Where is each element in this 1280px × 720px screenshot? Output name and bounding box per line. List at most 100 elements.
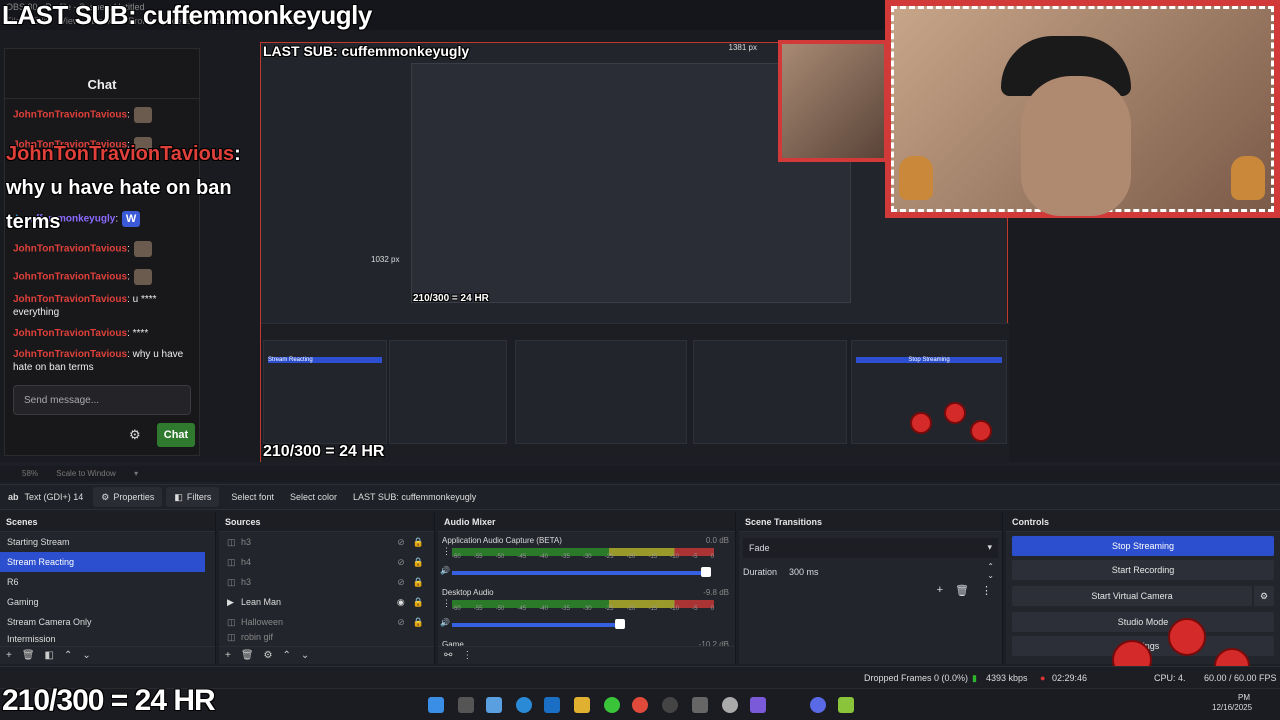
meter-tick: -35 xyxy=(561,606,570,612)
start-recording-button[interactable]: Start Recording xyxy=(1012,560,1274,580)
chat-username[interactable]: JohnTonTravionTavious xyxy=(13,328,127,339)
speaker-icon[interactable]: 🔊 xyxy=(440,618,450,627)
scene-item[interactable]: Stream Camera Only xyxy=(0,612,215,632)
chat-username[interactable]: JohnTonTravionTavious xyxy=(13,110,127,121)
emote-icon xyxy=(133,269,152,285)
text-value[interactable]: LAST SUB: cuffemmonkeyugly xyxy=(345,492,484,502)
controls-dock: Controls Stop Streaming Start Recording … xyxy=(1006,512,1280,664)
edge-icon[interactable] xyxy=(516,697,532,713)
chrome-icon[interactable] xyxy=(632,697,648,713)
duration-input[interactable]: 300 ms xyxy=(789,567,819,577)
app-icon[interactable] xyxy=(838,697,854,713)
zoom-mode[interactable]: Scale to Window xyxy=(56,469,116,478)
stepper-icon[interactable]: ⌃ ⌄ xyxy=(987,562,994,580)
gingerbread-icon xyxy=(899,156,933,200)
scene-item[interactable]: Gaming xyxy=(0,592,215,612)
lock-icon[interactable]: 🔒 xyxy=(413,557,424,568)
eye-slash-icon[interactable]: ⊘ xyxy=(397,617,405,628)
teams-icon[interactable] xyxy=(750,697,766,713)
trash-icon[interactable]: 🗑 xyxy=(241,650,254,661)
add-icon[interactable]: + xyxy=(6,650,12,661)
menu-dots-icon[interactable]: ⋮ xyxy=(462,650,472,661)
copilot-icon[interactable] xyxy=(486,697,502,713)
chevron-up-icon[interactable]: ⌃ xyxy=(64,650,72,661)
chevron-down-icon: ▾ xyxy=(987,542,992,552)
start-virtual-camera-button[interactable]: Start Virtual Camera xyxy=(1012,586,1252,606)
zoom-percent[interactable]: 58% xyxy=(22,469,38,478)
menu-dots-icon[interactable]: ⋮ xyxy=(981,584,992,597)
select-color-button[interactable]: Select color xyxy=(282,492,345,502)
transition-select[interactable]: Fade ▾ xyxy=(743,538,998,558)
chat-message: JohnTonTravionTavious: u **** everything xyxy=(13,294,157,318)
eye-icon[interactable]: ◉ xyxy=(397,597,405,608)
outlook-icon[interactable] xyxy=(544,697,560,713)
chevron-down-icon[interactable]: ⌄ xyxy=(301,650,309,661)
volume-slider[interactable] xyxy=(452,571,707,575)
chat-username[interactable]: JohnTonTravionTavious xyxy=(13,294,127,305)
store-icon[interactable] xyxy=(692,697,708,713)
chat-send-button[interactable]: Chat xyxy=(157,423,195,447)
gear-icon[interactable]: ⚙ xyxy=(264,650,273,661)
source-item[interactable]: ◫ h3 ⊘ 🔒 xyxy=(219,572,434,592)
dropped-frames: Dropped Frames 0 (0.0%) xyxy=(864,673,969,683)
source-item[interactable]: ▶ Lean Man ◉ 🔒 xyxy=(219,592,434,612)
speaker-icon[interactable]: 🔊 xyxy=(440,566,450,575)
tray-time: PM xyxy=(1238,693,1250,702)
trash-icon[interactable]: 🗑 xyxy=(22,650,35,661)
xbox-icon[interactable] xyxy=(604,697,620,713)
chevron-down-icon[interactable]: ⌄ xyxy=(82,650,90,661)
mixer-track-name: Desktop Audio xyxy=(442,588,494,597)
nested-sources xyxy=(389,340,507,444)
chat-input[interactable]: Send message... xyxy=(13,385,191,415)
chat-username[interactable]: JohnTonTravionTavious xyxy=(13,272,127,283)
add-icon[interactable]: + xyxy=(225,650,231,661)
chevron-up-icon[interactable]: ⌃ xyxy=(283,650,291,661)
link-icon[interactable]: ⚯ xyxy=(444,650,452,661)
volume-slider[interactable] xyxy=(452,623,620,627)
meter-tick: -50 xyxy=(495,554,505,560)
scene-item-selected[interactable]: Stream Reacting xyxy=(0,552,205,572)
source-item[interactable]: ◫ h3 ⊘ 🔒 xyxy=(219,532,434,552)
menu-dots-icon[interactable]: ⋮ xyxy=(442,598,451,609)
task-view-icon[interactable] xyxy=(458,697,474,713)
eye-slash-icon[interactable]: ⊘ xyxy=(397,557,405,568)
eye-slash-icon[interactable]: ⊘ xyxy=(397,577,405,588)
lock-icon[interactable]: 🔒 xyxy=(413,617,424,628)
properties-button[interactable]: ⚙ Properties xyxy=(93,487,163,507)
eye-slash-icon[interactable]: ⊘ xyxy=(397,537,405,548)
image-icon: ◫ xyxy=(227,576,236,587)
source-item[interactable]: ◫ robin gif xyxy=(219,632,434,642)
gear-icon[interactable]: ⚙ xyxy=(1254,586,1274,606)
start-icon[interactable] xyxy=(428,697,444,713)
lock-icon[interactable]: 🔒 xyxy=(413,577,424,588)
studio-mode-button[interactable]: Studio Mode xyxy=(1012,612,1274,632)
source-item[interactable]: ◫ Halloween ⊘ 🔒 xyxy=(219,612,434,632)
volume-slider-handle[interactable] xyxy=(701,567,712,577)
meter-tick: 0 xyxy=(710,606,714,612)
gear-icon[interactable]: ⚙ xyxy=(129,427,141,443)
menu-dots-icon[interactable]: ⋮ xyxy=(442,546,451,557)
app-icon[interactable] xyxy=(722,697,738,713)
source-item[interactable]: ◫ h4 ⊘ 🔒 xyxy=(219,552,434,572)
scene-item[interactable]: R6 xyxy=(0,572,215,592)
add-icon[interactable]: + xyxy=(937,584,943,597)
stop-streaming-button[interactable]: Stop Streaming xyxy=(1012,536,1274,556)
lock-icon[interactable]: 🔒 xyxy=(413,597,424,608)
filters-button[interactable]: ◧ Filters xyxy=(166,487,220,507)
scene-item[interactable]: Starting Stream xyxy=(0,532,215,552)
nested-last-sub: LAST SUB: cuffemmonkeyugly xyxy=(263,43,470,59)
trash-icon[interactable]: 🗑 xyxy=(955,584,969,597)
filter-icon[interactable]: ◧ xyxy=(45,650,54,661)
folder-icon[interactable] xyxy=(574,697,590,713)
chevron-down-icon[interactable]: ▾ xyxy=(134,469,138,478)
meter-tick: -60 xyxy=(452,606,461,612)
obs-icon[interactable] xyxy=(662,697,678,713)
scene-item[interactable]: Intermission xyxy=(0,632,215,644)
volume-slider-handle[interactable] xyxy=(614,619,625,629)
lock-icon[interactable]: 🔒 xyxy=(413,537,424,548)
chat-username[interactable]: JohnTonTravionTavious xyxy=(13,349,127,360)
webcam-nested xyxy=(778,40,888,162)
discord-icon[interactable] xyxy=(810,697,826,713)
select-font-button[interactable]: Select font xyxy=(223,492,282,502)
chat-username[interactable]: JohnTonTravionTavious xyxy=(13,244,127,255)
